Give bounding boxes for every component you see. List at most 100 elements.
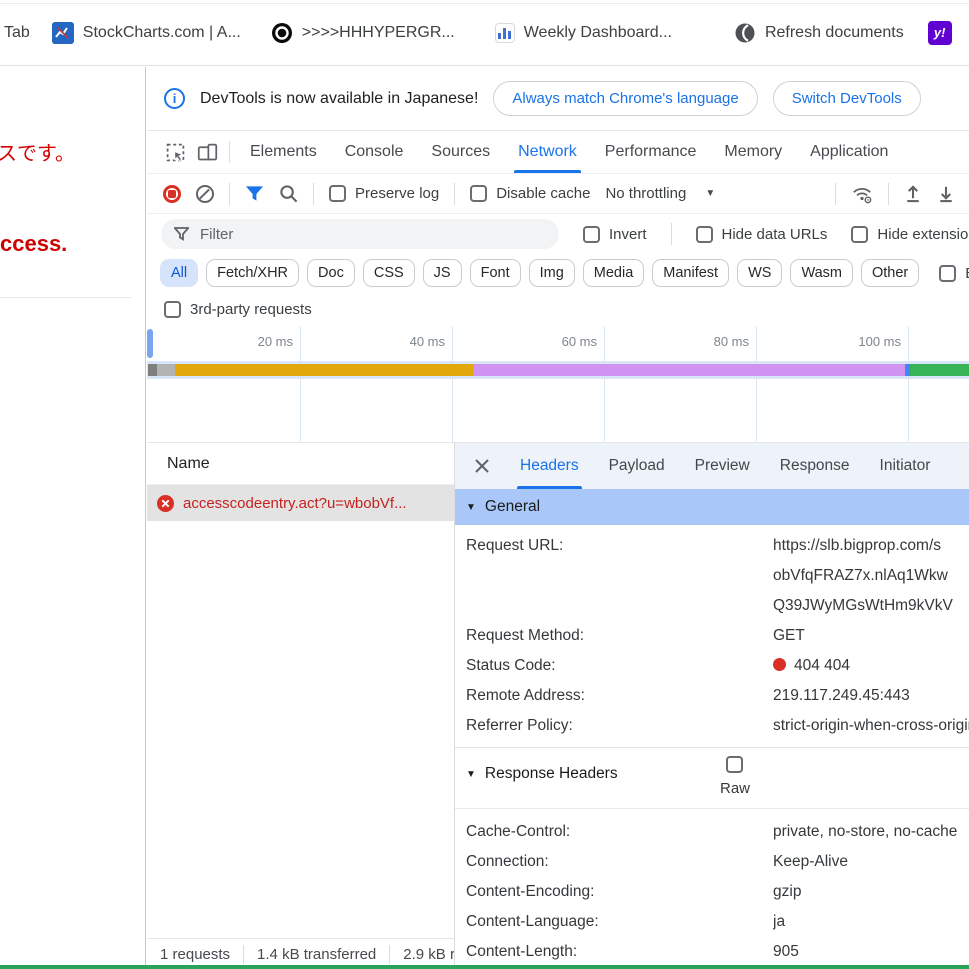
request-row[interactable]: accesscodeentry.act?u=wbobVf...	[147, 485, 454, 521]
header-value: strict-origin-when-cross-origin	[773, 711, 969, 741]
network-filter-row: Filter Invert Hide data URLs Hide extens…	[147, 214, 969, 254]
bookmark-item-yahoo[interactable]: y!	[928, 21, 952, 45]
close-icon[interactable]	[467, 451, 497, 481]
match-chrome-language-button[interactable]: Always match Chrome's language	[493, 81, 757, 116]
divider	[671, 223, 672, 245]
chip-js[interactable]: JS	[423, 259, 462, 287]
disable-cache-toggle[interactable]: Disable cache	[470, 185, 590, 202]
bookmark-item-refresh-documents[interactable]: Refresh documents	[734, 22, 904, 44]
hide-extension-urls-checkbox[interactable]	[851, 226, 868, 243]
details-tab-response[interactable]: Response	[765, 443, 865, 489]
chip-fetch-xhr[interactable]: Fetch/XHR	[206, 259, 299, 287]
request-list-pane: Name accesscodeentry.act?u=wbobVf... 1 r…	[147, 443, 455, 969]
general-key-values: Request URL: https://slb.bigprop.com/s o…	[455, 525, 969, 741]
details-tab-payload[interactable]: Payload	[594, 443, 680, 489]
disable-cache-checkbox[interactable]	[470, 185, 487, 202]
invert-toggle[interactable]: Invert	[583, 226, 647, 243]
header-label: Cache-Control:	[466, 817, 773, 847]
response-headers-section-header[interactable]: ▼ Response Headers Raw	[455, 747, 969, 809]
waterfall-gridline	[300, 379, 301, 442]
record-network-log-button[interactable]	[163, 185, 181, 203]
general-section-header[interactable]: ▼ General	[455, 489, 969, 525]
tab-application[interactable]: Application	[796, 131, 902, 173]
error-icon	[157, 495, 174, 512]
third-party-checkbox[interactable]	[164, 301, 181, 318]
filter-input[interactable]: Filter	[161, 219, 559, 249]
details-tab-preview[interactable]: Preview	[680, 443, 765, 489]
details-tab-initiator[interactable]: Initiator	[865, 443, 946, 489]
header-value: private, no-store, no-cache	[773, 817, 969, 847]
chip-other[interactable]: Other	[861, 259, 919, 287]
device-toolbar-icon[interactable]	[191, 137, 223, 167]
bookmark-item-stockcharts[interactable]: StockCharts.com | A...	[52, 22, 241, 44]
header-label: Status Code:	[466, 651, 773, 681]
header-label: Request Method:	[466, 621, 773, 651]
hide-data-urls-toggle[interactable]: Hide data URLs	[696, 226, 828, 243]
chip-media[interactable]: Media	[583, 259, 645, 287]
chip-font[interactable]: Font	[470, 259, 521, 287]
chip-wasm[interactable]: Wasm	[790, 259, 853, 287]
blocked-checkbox[interactable]	[939, 265, 956, 282]
export-har-icon[interactable]	[937, 184, 955, 203]
chip-manifest[interactable]: Manifest	[652, 259, 729, 287]
throttling-dropdown[interactable]: No throttling ▼	[605, 185, 715, 202]
tab-performance[interactable]: Performance	[591, 131, 711, 173]
network-conditions-icon[interactable]	[851, 184, 873, 204]
page-japanese-error-text: スです。	[0, 137, 75, 166]
raw-headers-label: Raw	[713, 780, 757, 797]
infobar-message: DevTools is now available in Japanese!	[200, 90, 478, 108]
column-header-name[interactable]: Name	[147, 443, 454, 485]
hide-data-urls-checkbox[interactable]	[696, 226, 713, 243]
chip-img[interactable]: Img	[529, 259, 575, 287]
inspect-element-icon[interactable]	[159, 137, 191, 167]
preserve-log-checkbox[interactable]	[329, 185, 346, 202]
page-divider-line	[0, 297, 132, 298]
waterfall-grid[interactable]	[147, 379, 969, 443]
chip-ws[interactable]: WS	[737, 259, 782, 287]
chip-all[interactable]: All	[160, 259, 198, 287]
tab-console[interactable]: Console	[331, 131, 418, 173]
bookmark-item-hypergr[interactable]: >>>>HHHYPERGR...	[271, 22, 455, 44]
globe-favicon-icon	[734, 22, 756, 44]
tab-sources[interactable]: Sources	[417, 131, 504, 173]
bookmark-label: Tab	[4, 24, 30, 42]
waterfall-gridline	[604, 379, 605, 442]
bar-chart-favicon-icon	[495, 23, 515, 43]
overview-drag-handle[interactable]	[147, 329, 153, 358]
bookmark-item-tab[interactable]: Tab	[4, 24, 30, 42]
filter-funnel-icon	[174, 227, 189, 241]
clear-network-log-button[interactable]	[196, 185, 214, 203]
timeline-ruler[interactable]: 20 ms 40 ms 60 ms 80 ms 100 ms	[147, 326, 969, 361]
switch-devtools-language-button[interactable]: Switch DevTools	[773, 81, 921, 116]
timeline-tick: 100 ms	[858, 334, 908, 349]
tab-network[interactable]: Network	[504, 131, 591, 173]
filter-toggle-icon[interactable]	[245, 185, 264, 203]
chip-doc[interactable]: Doc	[307, 259, 355, 287]
black-circle-favicon-icon	[271, 22, 293, 44]
raw-headers-checkbox[interactable]	[726, 756, 743, 773]
hide-extension-urls-toggle[interactable]: Hide extension URLs	[851, 226, 969, 243]
request-name: accesscodeentry.act?u=wbobVf...	[183, 495, 454, 512]
network-overview-bar[interactable]	[147, 361, 969, 379]
divider	[229, 141, 230, 163]
response-headers-key-values: Cache-Control: private, no-store, no-cac…	[455, 809, 969, 967]
stockcharts-favicon-icon	[52, 22, 74, 44]
blocked-cookies-toggle[interactable]: Blocked	[939, 265, 969, 282]
tab-elements[interactable]: Elements	[236, 131, 331, 173]
bookmark-label: Weekly Dashboard...	[524, 24, 672, 42]
search-icon[interactable]	[279, 184, 298, 203]
chip-css[interactable]: CSS	[363, 259, 415, 287]
request-details-pane: Headers Payload Preview Response Initiat…	[455, 443, 969, 969]
request-type-filters: All Fetch/XHR Doc CSS JS Font Img Media …	[147, 254, 969, 292]
import-har-icon[interactable]	[904, 184, 922, 203]
tab-memory[interactable]: Memory	[710, 131, 796, 173]
preserve-log-toggle[interactable]: Preserve log	[329, 185, 439, 202]
window-edge-highlight	[0, 965, 969, 969]
info-icon: i	[164, 88, 185, 109]
details-tab-headers[interactable]: Headers	[505, 443, 594, 489]
timeline-tick: 20 ms	[258, 334, 300, 349]
resources-size: 2.9 kB resources	[390, 946, 454, 963]
invert-checkbox[interactable]	[583, 226, 600, 243]
bookmark-item-weekly-dashboard[interactable]: Weekly Dashboard...	[495, 23, 672, 43]
overview-segment-green	[910, 364, 969, 376]
